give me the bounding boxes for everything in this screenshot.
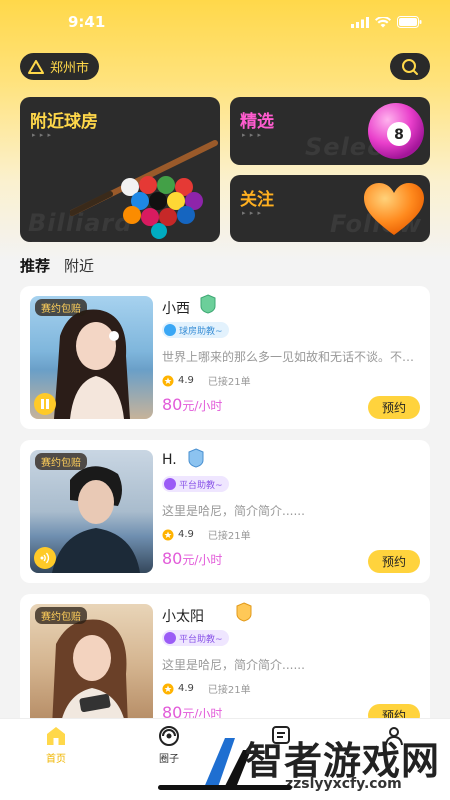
pause-button[interactable] — [34, 393, 56, 415]
role-icon — [164, 324, 176, 336]
card-title: 关注 — [240, 190, 274, 210]
price-value: 80 — [162, 549, 183, 568]
search-button[interactable] — [390, 53, 430, 80]
rating-row: 4.9 已接21单 — [162, 373, 251, 388]
select-card[interactable]: 精选 ▸ ▸ ▸ Select 8 — [230, 97, 430, 165]
price-unit: 元/小时 — [182, 553, 223, 567]
order-count: 已接21单 — [207, 531, 251, 542]
city-label: 郑州市 — [50, 61, 90, 76]
role-label: 平台助教~ — [179, 634, 223, 645]
role-badge: 球房助教~ — [162, 322, 229, 338]
watermark-url: zzslyyxcfy.com — [285, 776, 402, 792]
tab-nearby[interactable]: 附近 — [64, 255, 94, 276]
price-unit: 元/小时 — [182, 399, 223, 413]
profile-bio: 这里是哈尼，简介简介...... — [162, 504, 305, 518]
wifi-icon — [375, 16, 391, 27]
tab-label: 圈子 — [159, 754, 179, 765]
book-button[interactable]: 预约 — [368, 550, 420, 573]
role-badge: 平台助教~ — [162, 630, 229, 646]
level-badge-icon — [236, 602, 252, 622]
promo-badge: 赛约包赔 — [35, 607, 87, 624]
card-title: 精选 — [240, 112, 274, 132]
role-badge: 平台助教~ — [162, 476, 229, 492]
nearby-billiard-card[interactable]: 附近球房 ▸ ▸ ▸ Billiard Room — [20, 97, 220, 242]
level-badge-icon — [200, 294, 216, 314]
promo-badge: 赛约包赔 — [35, 299, 87, 316]
rating-value: 4.9 — [178, 375, 194, 386]
role-icon — [164, 632, 176, 644]
filter-tabs: 推荐 附近 — [20, 255, 94, 276]
tab-home[interactable]: 首页 — [16, 725, 96, 765]
price: 80元/小时 — [162, 395, 222, 414]
svg-text:8: 8 — [394, 127, 404, 143]
list-item[interactable]: 赛约包赔 小太阳 平台助教~ 这里是哈尼，简介简介...... 4.9 已接21… — [20, 594, 430, 737]
star-icon — [162, 529, 174, 540]
pause-icon — [41, 399, 49, 409]
home-indicator — [158, 785, 292, 790]
role-label: 平台助教~ — [179, 480, 223, 491]
order-count: 已接21单 — [207, 685, 251, 696]
heart-icon — [364, 183, 424, 235]
location-selector[interactable]: 郑州市 — [20, 53, 100, 80]
tab-label: 首页 — [46, 754, 66, 765]
rating-row: 4.9 已接21单 — [162, 681, 251, 696]
card-arrows: ▸ ▸ ▸ — [242, 209, 262, 217]
rating-value: 4.9 — [178, 529, 194, 540]
price: 80元/小时 — [162, 549, 222, 568]
list-item[interactable]: 赛约包赔 小西 球房助教~ 世界上哪来的那么多一见如故和无话不谈。不管… 4.9… — [20, 286, 430, 429]
home-icon — [47, 727, 65, 745]
role-label: 球房助教~ — [179, 326, 223, 337]
circle-icon — [159, 726, 179, 746]
voice-button[interactable] — [34, 547, 56, 569]
status-icons — [351, 16, 422, 28]
profile-name: 小太阳 — [162, 609, 204, 625]
profile-bio: 世界上哪来的那么多一见如故和无话不谈。不管… — [162, 350, 416, 364]
tab-recommend[interactable]: 推荐 — [20, 255, 50, 276]
book-button[interactable]: 预约 — [368, 396, 420, 419]
search-icon — [402, 58, 418, 75]
follow-card[interactable]: 关注 ▸ ▸ ▸ Follow — [230, 175, 430, 242]
signal-icon — [351, 16, 369, 28]
status-time: 9:41 — [68, 13, 106, 31]
battery-icon — [397, 16, 422, 28]
level-badge-icon — [188, 448, 204, 468]
card-arrows: ▸ ▸ ▸ — [32, 131, 52, 139]
profile-photo: 赛约包赔 — [30, 604, 153, 727]
profile-name: 小西 — [162, 301, 190, 317]
profile-name: H. — [162, 452, 177, 468]
card-arrows: ▸ ▸ ▸ — [242, 131, 262, 139]
eight-ball-icon: 8 — [368, 103, 424, 159]
role-icon — [164, 478, 176, 490]
star-icon — [162, 375, 174, 386]
profile-photo: 赛约包赔 — [30, 296, 153, 419]
rating-value: 4.9 — [178, 683, 194, 694]
star-icon — [162, 683, 174, 694]
location-logo-icon — [28, 59, 44, 74]
card-title: 附近球房 — [30, 112, 98, 132]
profile-photo: 赛约包赔 — [30, 450, 153, 573]
voice-icon — [40, 552, 50, 564]
billiard-balls-icon — [70, 140, 218, 239]
price-value: 80 — [162, 395, 183, 414]
status-bar: 9:41 — [0, 0, 450, 44]
order-count: 已接21单 — [207, 377, 251, 388]
list-item[interactable]: 赛约包赔 H. 平台助教~ 这里是哈尼，简介简介...... 4.9 已接21单… — [20, 440, 430, 583]
profile-bio: 这里是哈尼，简介简介...... — [162, 658, 305, 672]
promo-badge: 赛约包赔 — [35, 453, 87, 470]
rating-row: 4.9 已接21单 — [162, 527, 251, 542]
